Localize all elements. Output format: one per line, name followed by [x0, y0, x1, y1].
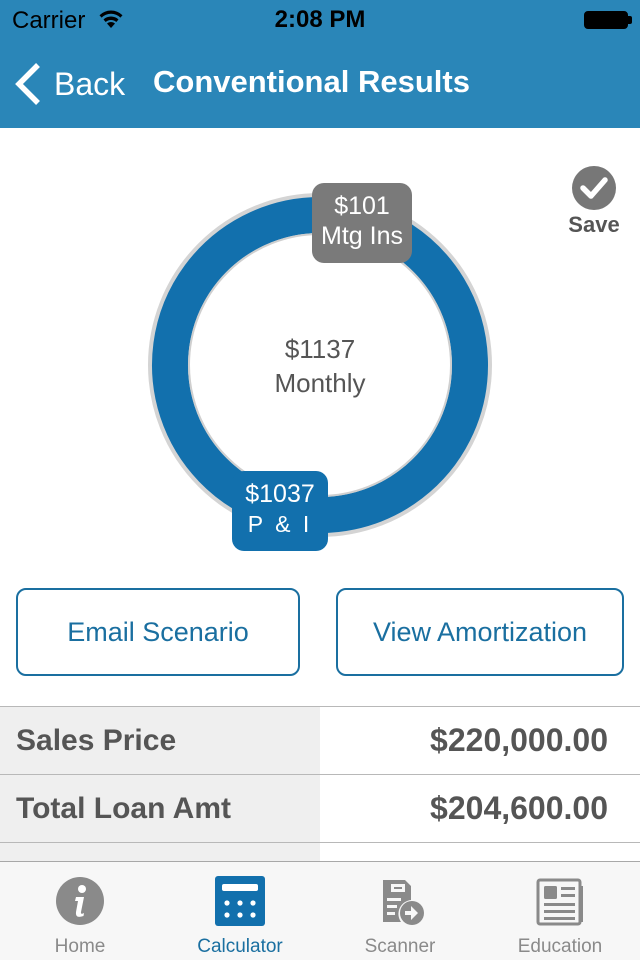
clock: 2:08 PM	[274, 6, 366, 33]
tab-calculator[interactable]: Calculator	[160, 862, 320, 960]
calculator-icon	[215, 876, 265, 926]
navigation-bar: Back Conventional Results	[0, 40, 640, 128]
row-label: Total Loan Amt	[0, 775, 320, 842]
checkmark-icon	[580, 177, 608, 199]
newspaper-icon	[536, 878, 583, 926]
total-monthly-value: $1137	[284, 334, 356, 364]
pi-name: P & I	[247, 511, 313, 537]
checkmark-circle-icon	[572, 166, 616, 210]
mtg-ins-value: $101	[334, 192, 390, 220]
tab-education[interactable]: Education	[480, 862, 640, 960]
ring-center: $1137 Monthly	[220, 332, 420, 400]
row-label: Sales Price	[0, 707, 320, 774]
row-value: $220,000.00	[320, 707, 640, 774]
row-value: $204,600.00	[320, 775, 640, 842]
pi-value: $1037	[245, 480, 315, 508]
payment-chart: $1137 Monthly $101 Mtg Ins $1037 P & I S…	[0, 128, 640, 568]
back-label: Back	[54, 65, 126, 102]
battery-nub	[628, 16, 632, 24]
header: Carrier 2:08 PM Back Conventional Result…	[0, 0, 640, 128]
status-bar: Carrier 2:08 PM	[0, 0, 640, 40]
chevron-left-icon	[15, 63, 40, 105]
email-scenario-button[interactable]: Email Scenario	[16, 588, 300, 676]
info-icon	[56, 877, 104, 925]
results-screen: Carrier 2:08 PM Back Conventional Result…	[0, 0, 640, 960]
scanner-icon	[383, 880, 424, 925]
save-button[interactable]: Save	[562, 166, 626, 242]
save-label: Save	[568, 212, 620, 237]
mtg-ins-label: $101 Mtg Ins	[312, 183, 412, 263]
back-button[interactable]: Back	[14, 60, 125, 108]
tab-label: Scanner	[364, 936, 436, 957]
tab-scanner[interactable]: Scanner	[320, 862, 480, 960]
tab-home[interactable]: Home	[0, 862, 160, 960]
view-amortization-button[interactable]: View Amortization	[336, 588, 624, 676]
page-title: Conventional Results	[153, 64, 470, 99]
table-row: Total Loan Amt $204,600.00	[0, 774, 640, 842]
tab-label: Calculator	[197, 936, 283, 957]
pi-label: $1037 P & I	[232, 471, 328, 551]
tab-label: Home	[54, 936, 106, 957]
tab-label: Education	[517, 936, 603, 957]
tab-bar: Home Calculator Scanner Education	[0, 861, 640, 960]
battery-icon	[584, 11, 628, 29]
table-row: Sales Price $220,000.00	[0, 706, 640, 774]
mtg-ins-name: Mtg Ins	[321, 222, 403, 250]
total-monthly-label: Monthly	[274, 368, 366, 398]
